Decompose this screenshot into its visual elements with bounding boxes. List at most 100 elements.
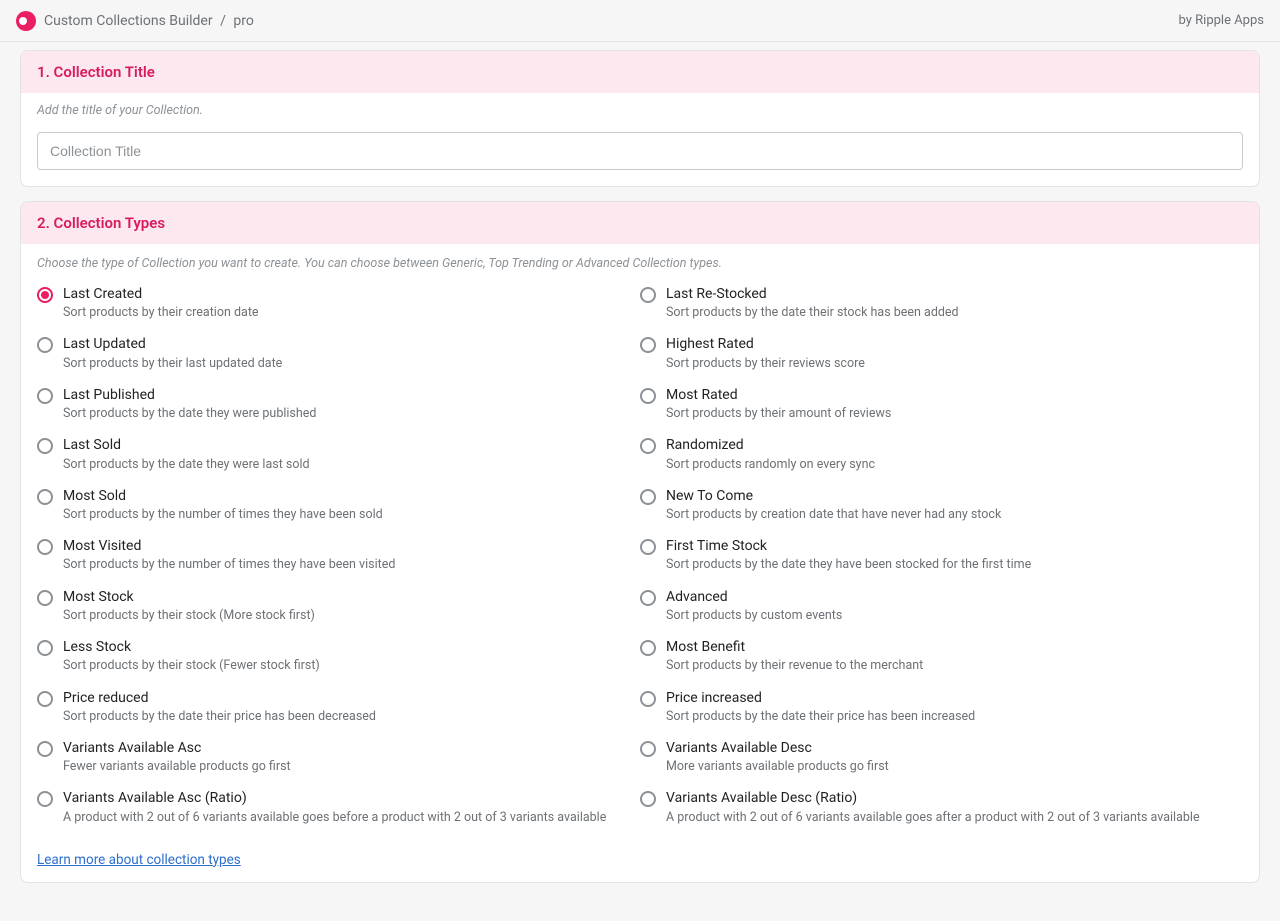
radio-most-visited[interactable]: Most VisitedSort products by the number … [37,537,640,573]
radio-text: Highest RatedSort products by their revi… [666,335,865,371]
radio-button-icon[interactable] [640,791,656,807]
radio-desc: Sort products by the date they were publ… [63,406,316,422]
topbar-left: Custom Collections Builder / pro [16,11,254,31]
section-heading: 1. Collection Title [37,63,1243,81]
radio-last-published[interactable]: Last PublishedSort products by the date … [37,386,640,422]
vendor-label: by Ripple Apps [1179,13,1264,28]
radio-most-sold[interactable]: Most SoldSort products by the number of … [37,487,640,523]
topbar: Custom Collections Builder / pro by Ripp… [0,0,1280,42]
radio-desc: Sort products by custom events [666,608,842,624]
radio-button-icon[interactable] [37,287,53,303]
page-body: 1. Collection Title Add the title of you… [0,42,1280,921]
radio-text: Last UpdatedSort products by their last … [63,335,282,371]
link-row: Learn more about collection types [21,848,1259,882]
radio-desc: More variants available products go firs… [666,759,889,775]
section-header: 2. Collection Types [21,202,1259,244]
radio-button-icon[interactable] [640,640,656,656]
radio-text: Price reducedSort products by the date t… [63,689,376,725]
collection-types-grid: Last CreatedSort products by their creat… [21,273,1259,848]
radio-last-created[interactable]: Last CreatedSort products by their creat… [37,285,640,321]
radio-title: First Time Stock [666,537,1031,555]
radio-text: Last PublishedSort products by the date … [63,386,316,422]
radio-desc: Sort products randomly on every sync [666,457,875,473]
radio-button-icon[interactable] [640,741,656,757]
radio-text: Last CreatedSort products by their creat… [63,285,259,321]
radio-last-updated[interactable]: Last UpdatedSort products by their last … [37,335,640,371]
section-header: 1. Collection Title [21,51,1259,93]
collection-title-input[interactable] [37,132,1243,170]
radio-button-icon[interactable] [640,438,656,454]
radio-button-icon[interactable] [37,590,53,606]
radio-variants-available-desc[interactable]: Variants Available Desc More variants ava… [640,739,1243,775]
radio-less-stock[interactable]: Less Stock Sort products by their stock (… [37,638,640,674]
radio-text: Most SoldSort products by the number of … [63,487,383,523]
radio-button-icon[interactable] [37,388,53,404]
radio-button-icon[interactable] [37,691,53,707]
radio-title: Last Re-Stocked [666,285,959,303]
radio-button-icon[interactable] [640,489,656,505]
section-hint: Choose the type of Collection you want t… [21,244,1259,273]
section-heading: 2. Collection Types [37,214,1243,232]
radio-button-icon[interactable] [640,388,656,404]
radio-button-icon[interactable] [37,438,53,454]
radio-title: Last Created [63,285,259,303]
radio-desc: Sort products by the date their price ha… [666,709,975,725]
radio-title: New To Come [666,487,1001,505]
radio-button-icon[interactable] [37,741,53,757]
radio-button-icon[interactable] [37,640,53,656]
section-collection-types: 2. Collection Types Choose the type of C… [20,201,1260,883]
radio-first-time-stock[interactable]: First Time Stock Sort products by the dat… [640,537,1243,573]
breadcrumb-separator: / [220,13,226,29]
radio-variants-available-desc-ratio[interactable]: Variants Available Desc (Ratio)A product… [640,789,1243,825]
learn-more-link[interactable]: Learn more about collection types [37,852,241,868]
radio-text: AdvancedSort products by custom events [666,588,842,624]
radio-title: Variants Available Desc [666,739,889,757]
radio-text: Most StockSort products by their stock (… [63,588,315,624]
radio-button-icon[interactable] [640,539,656,555]
radio-button-icon[interactable] [37,539,53,555]
radio-desc: Sort products by their amount of reviews [666,406,891,422]
radio-button-icon[interactable] [640,287,656,303]
section-collection-title: 1. Collection Title Add the title of you… [20,50,1260,187]
radio-most-stock[interactable]: Most StockSort products by their stock (… [37,588,640,624]
radio-title: Most Rated [666,386,891,404]
radio-advanced[interactable]: AdvancedSort products by custom events [640,588,1243,624]
radio-most-benefit[interactable]: Most Benefit Sort products by their reven… [640,638,1243,674]
radio-variants-available-asc-ratio[interactable]: Variants Available Asc (Ratio)A product … [37,789,640,825]
radio-title: Less Stock [63,638,320,656]
radio-title: Variants Available Desc (Ratio) [666,789,1200,807]
radio-desc: Sort products by their revenue to the me… [666,658,923,674]
radio-title: Most Benefit [666,638,923,656]
radio-last-re-stocked[interactable]: Last Re-Stocked Sort products by the date… [640,285,1243,321]
radio-title: Highest Rated [666,335,865,353]
radio-text: First Time Stock Sort products by the dat… [666,537,1031,573]
radio-most-rated[interactable]: Most Rated Sort products by their amount … [640,386,1243,422]
radio-highest-rated[interactable]: Highest RatedSort products by their revi… [640,335,1243,371]
radio-desc: Sort products by the date they have been… [666,557,1031,573]
radio-button-icon[interactable] [640,590,656,606]
radio-button-icon[interactable] [37,337,53,353]
radio-desc: Sort products by the date their stock ha… [666,305,959,321]
radio-desc: Sort products by their stock (Fewer stoc… [63,658,320,674]
radio-text: Variants Available Desc (Ratio)A product… [666,789,1200,825]
radio-last-sold[interactable]: Last SoldSort products by the date they … [37,436,640,472]
radio-button-icon[interactable] [640,337,656,353]
radio-desc: Sort products by their stock (More stock… [63,608,315,624]
app-name: Custom Collections Builder [44,13,213,29]
radio-text: Variants Available Desc More variants ava… [666,739,889,775]
radio-text: Less Stock Sort products by their stock (… [63,638,320,674]
radio-text: Last SoldSort products by the date they … [63,436,310,472]
radio-button-icon[interactable] [37,489,53,505]
app-logo-icon [16,11,36,31]
radio-text: Variants Available Asc (Ratio)A product … [63,789,606,825]
radio-price-reduced[interactable]: Price reducedSort products by the date t… [37,689,640,725]
breadcrumb-page: pro [233,13,253,29]
radio-title: Last Updated [63,335,282,353]
radio-price-increased[interactable]: Price increasedSort products by the date… [640,689,1243,725]
radio-title: Price reduced [63,689,376,707]
radio-randomized[interactable]: RandomizedSort products randomly on ever… [640,436,1243,472]
radio-button-icon[interactable] [37,791,53,807]
radio-new-to-come[interactable]: New To ComeSort products by creation dat… [640,487,1243,523]
radio-button-icon[interactable] [640,691,656,707]
radio-variants-available-asc[interactable]: Variants Available AscFewer variants ava… [37,739,640,775]
